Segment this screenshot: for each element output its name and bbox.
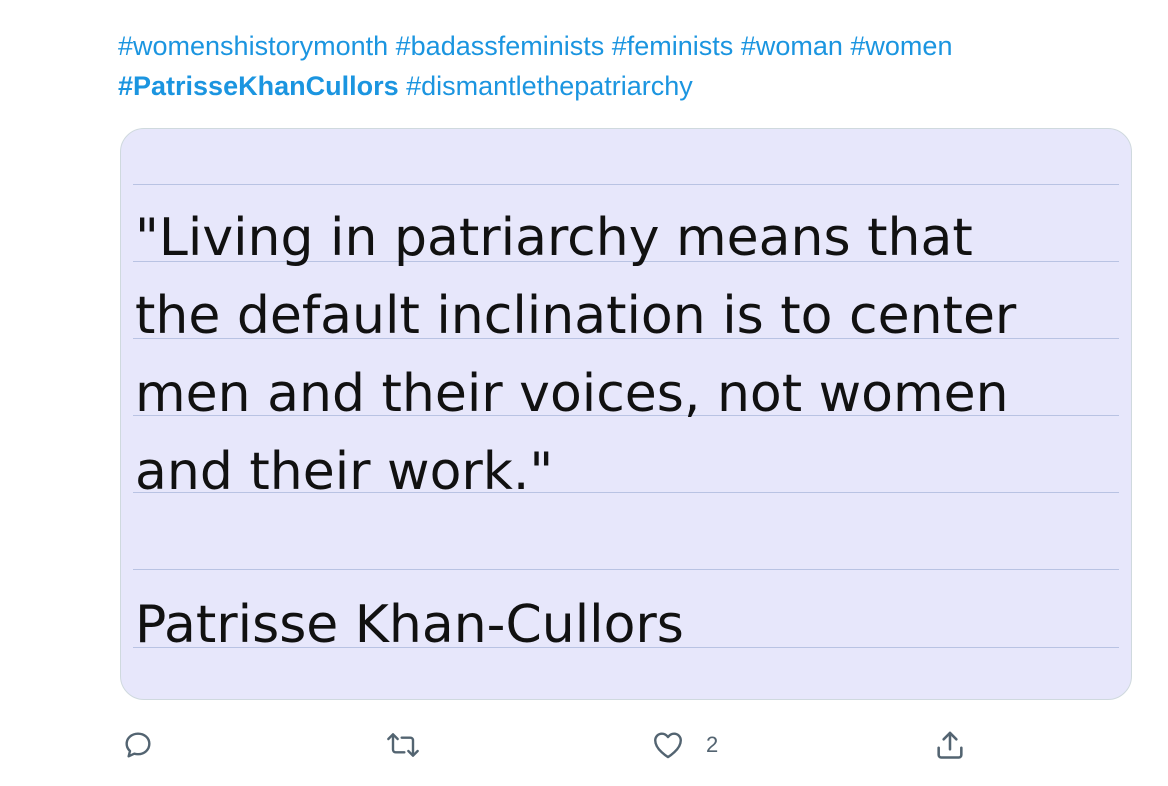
hashtag-womenshistorymonth[interactable]: #womenshistorymonth	[118, 31, 388, 61]
quote-line: and their work."	[135, 442, 554, 502]
reply-icon	[122, 729, 154, 761]
quote-author: Patrisse Khan-Cullors	[135, 595, 684, 655]
quote-line: the default inclination is to center	[135, 286, 1017, 346]
hashtag-patrissekhancullors[interactable]: #PatrisseKhanCullors	[118, 71, 399, 101]
hashtag-woman[interactable]: #woman	[741, 31, 843, 61]
retweet-icon	[384, 729, 422, 761]
share-button[interactable]	[932, 726, 968, 764]
quote-line: "Living in patriarchy means that	[135, 208, 973, 268]
quote-image[interactable]: "Living in patriarchy means that the def…	[120, 128, 1132, 700]
share-icon	[932, 728, 968, 762]
hashtag-line-1: #womenshistorymonth #badassfeminists #fe…	[118, 26, 1128, 66]
like-count: 2	[706, 732, 719, 757]
tweet-action-bar: 2	[0, 718, 1168, 772]
ruled-line	[133, 569, 1119, 570]
hashtag-women[interactable]: #women	[850, 31, 952, 61]
retweet-button[interactable]	[384, 726, 422, 764]
hashtag-dismantlethepatriarchy[interactable]: #dismantlethepatriarchy	[406, 71, 693, 101]
reply-button[interactable]	[122, 726, 154, 764]
tweet-text: #womenshistorymonth #badassfeminists #fe…	[118, 26, 1128, 106]
quote-text: "Living in patriarchy means that the def…	[135, 199, 1125, 511]
hashtag-feminists[interactable]: #feminists	[612, 31, 734, 61]
ruled-line	[133, 184, 1119, 185]
heart-icon	[650, 728, 686, 762]
hashtag-line-2: #PatrisseKhanCullors #dismantlethepatria…	[118, 66, 1128, 106]
quote-line: men and their voices, not women	[135, 364, 1009, 424]
hashtag-badassfeminists[interactable]: #badassfeminists	[396, 31, 605, 61]
like-button[interactable]: 2	[650, 726, 718, 764]
